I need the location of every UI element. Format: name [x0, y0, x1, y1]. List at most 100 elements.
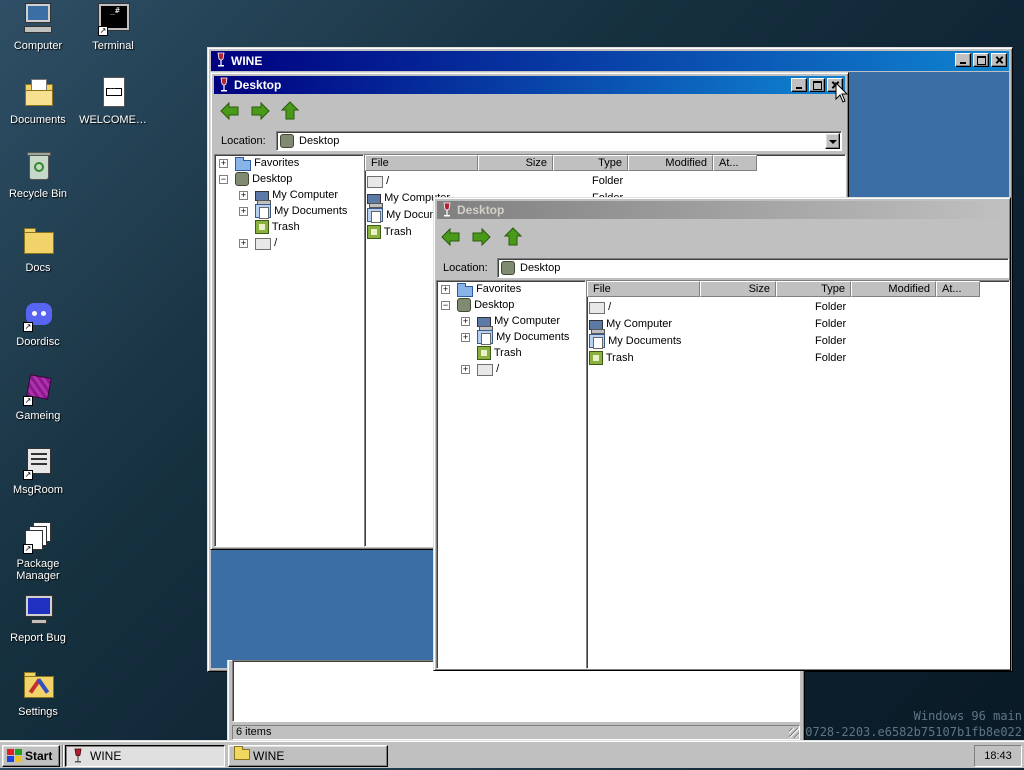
back-button[interactable] — [219, 100, 241, 122]
column-header-file[interactable]: File — [365, 155, 478, 171]
column-header-attributes[interactable]: At... — [713, 155, 757, 171]
desktop-icon-settings[interactable]: Settings — [0, 668, 76, 718]
file-name: Trash — [605, 352, 634, 364]
column-header-size[interactable]: Size — [700, 281, 776, 297]
column-header-size[interactable]: Size — [478, 155, 553, 171]
column-header-type[interactable]: Type — [553, 155, 628, 171]
desktop-icon-label: WELCOME… — [79, 114, 147, 126]
explorer-titlebar[interactable]: Desktop — [214, 76, 845, 94]
column-header-file[interactable]: File — [587, 281, 700, 297]
close-button[interactable] — [991, 53, 1007, 67]
task-button-wine[interactable]: WINE — [228, 745, 388, 767]
start-button[interactable]: Start — [2, 745, 60, 767]
collapse-icon[interactable]: − — [441, 301, 450, 310]
folder-tree[interactable]: + Favorites − Desktop + My Computer + My… — [436, 280, 586, 669]
desktop-icon-docs[interactable]: Docs — [0, 224, 76, 274]
tree-item-trash[interactable]: Trash — [255, 219, 300, 235]
arrow-up-icon — [503, 227, 523, 246]
system-clock[interactable]: 18:43 — [974, 745, 1022, 767]
desktop-icon-welcome[interactable]: M↓ WELCOME… — [75, 76, 151, 126]
tree-item-favorites[interactable]: + Favorites — [219, 155, 299, 171]
discord-icon: ↗ — [21, 298, 55, 332]
desktop-icon-doordisc[interactable]: ↗ Doordisc — [0, 298, 76, 348]
location-field[interactable]: Desktop — [276, 131, 842, 151]
resize-grip[interactable] — [789, 728, 799, 738]
minimize-button[interactable] — [955, 53, 971, 67]
minimize-button[interactable] — [791, 78, 807, 92]
taskbar-separator — [62, 745, 64, 767]
tree-item-my-computer[interactable]: + My Computer — [461, 313, 561, 332]
file-row[interactable]: / Folder — [365, 173, 845, 190]
desktop-icon-documents[interactable]: Documents — [0, 76, 76, 126]
task-button-wine-active[interactable]: WINE — [65, 745, 225, 767]
column-header-modified[interactable]: Modified — [851, 281, 936, 297]
desktop-icon-report-bug[interactable]: Report Bug — [0, 594, 76, 644]
column-label: Modified — [665, 157, 707, 169]
watermark-line: Windows 96 main — [913, 709, 1022, 723]
tree-item-desktop[interactable]: − Desktop — [441, 297, 514, 313]
file-row[interactable]: / Folder — [587, 299, 1009, 316]
expand-icon[interactable]: + — [441, 285, 450, 294]
tree-item-desktop[interactable]: − Desktop — [219, 171, 292, 187]
tree-item-trash[interactable]: Trash — [477, 345, 522, 361]
file-row[interactable]: My Documents Folder — [587, 333, 1009, 350]
file-list[interactable]: File Size Type Modified At... / Folder M… — [586, 280, 1010, 669]
tree-item-my-documents[interactable]: + My Documents — [239, 203, 347, 220]
wine-titlebar[interactable]: WINE — [211, 51, 1009, 71]
file-name: / — [386, 175, 390, 187]
tree-item-my-documents[interactable]: + My Documents — [461, 329, 569, 346]
location-dropdown-button[interactable] — [825, 133, 840, 149]
explorer-titlebar[interactable]: Desktop — [437, 201, 1007, 219]
file-type: Folder — [592, 175, 624, 187]
collapse-icon[interactable]: − — [219, 175, 228, 184]
forward-button[interactable] — [249, 100, 271, 122]
favorites-folder-icon — [457, 282, 473, 297]
location-field[interactable]: Desktop — [497, 258, 1009, 278]
tree-item-my-computer[interactable]: + My Computer — [239, 187, 338, 206]
expand-icon[interactable]: + — [239, 239, 248, 248]
drive-icon — [589, 302, 605, 315]
column-header-attributes[interactable]: At... — [936, 281, 980, 297]
tree-item-root[interactable]: + / — [239, 235, 277, 251]
tree-label: Trash — [271, 221, 300, 233]
folder-tree[interactable]: + Favorites − Desktop + My Computer + My… — [214, 154, 364, 547]
expand-icon[interactable]: + — [219, 159, 228, 168]
computer-icon — [255, 191, 271, 206]
cube-icon: ↗ — [21, 372, 55, 406]
desktop-icon-computer[interactable]: Computer — [0, 2, 76, 52]
wine-glass-icon — [72, 748, 84, 770]
favorites-folder-icon — [235, 156, 251, 171]
file-row[interactable]: My Computer Folder — [587, 316, 1009, 335]
expand-icon[interactable]: + — [461, 365, 470, 374]
up-button[interactable] — [279, 100, 301, 122]
desktop-icon-package-manager[interactable]: ↗ Package Manager — [0, 520, 76, 582]
monitor-bug-icon — [21, 594, 55, 628]
desktop-icon-recycle-bin[interactable]: Recycle Bin — [0, 150, 76, 200]
expand-icon[interactable]: + — [461, 333, 470, 342]
back-button[interactable] — [440, 226, 462, 248]
expand-icon[interactable]: + — [461, 317, 470, 326]
maximize-button[interactable] — [809, 78, 825, 92]
explorer-window-front[interactable]: Desktop Location: Desktop + Favorites − … — [433, 197, 1011, 671]
folder-icon — [21, 224, 55, 258]
desktop-icon-gameing[interactable]: ↗ Gameing — [0, 372, 76, 422]
desktop-icon-label: Computer — [13, 40, 63, 52]
drive-icon — [255, 238, 271, 251]
expand-icon[interactable]: + — [239, 191, 248, 200]
package-icon: ↗ — [21, 520, 55, 554]
file-row[interactable]: Trash Folder — [587, 350, 1009, 367]
column-header-modified[interactable]: Modified — [628, 155, 713, 171]
up-button[interactable] — [502, 226, 524, 248]
file-name: My Computer — [606, 318, 673, 330]
desktop-icon-terminal[interactable]: _# ↗ Terminal — [75, 2, 151, 52]
trash-icon — [477, 346, 491, 361]
desktop-icon-msgroom[interactable]: ↗ MsgRoom — [0, 446, 76, 496]
forward-button[interactable] — [470, 226, 492, 248]
window-title: Desktop — [457, 203, 505, 217]
column-header-type[interactable]: Type — [776, 281, 851, 297]
expand-icon[interactable]: + — [239, 207, 248, 216]
maximize-button[interactable] — [973, 53, 989, 67]
tree-item-root[interactable]: + / — [461, 361, 499, 377]
tree-label: My Computer — [494, 315, 561, 327]
tree-item-favorites[interactable]: + Favorites — [441, 281, 521, 297]
